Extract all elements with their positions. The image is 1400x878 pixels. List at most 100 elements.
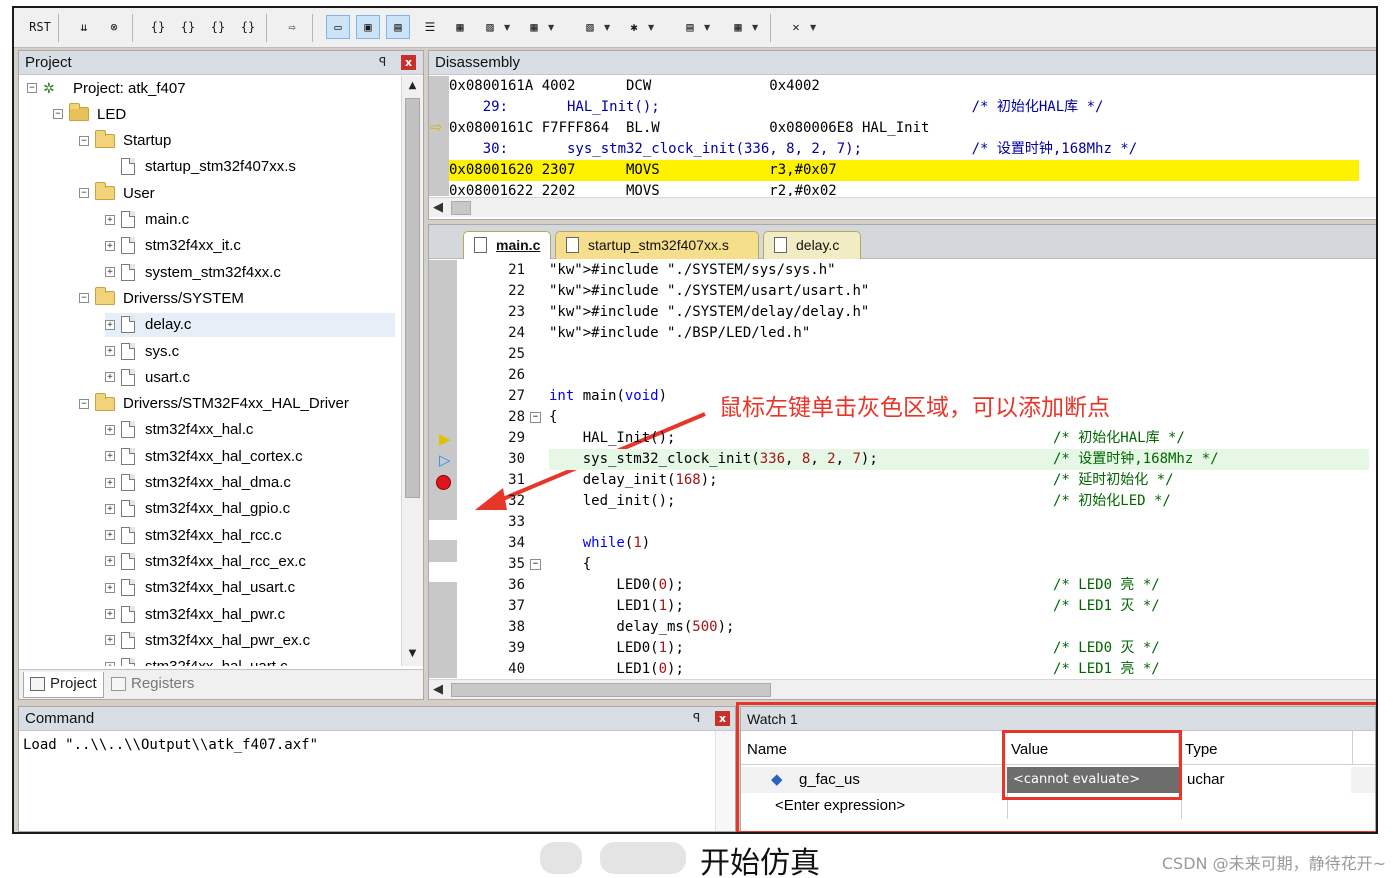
step-into-button[interactable]: {} <box>146 15 170 39</box>
tree-item[interactable]: + stm32f4xx_it.c <box>105 234 241 258</box>
code-line[interactable]: "kw">#include "./SYSTEM/usart/usart.h" <box>549 281 1369 302</box>
expand-icon[interactable]: + <box>105 267 115 278</box>
expand-icon[interactable]: + <box>105 214 115 225</box>
breakpoint-icon[interactable] <box>436 475 451 490</box>
scroll-left-icon[interactable]: ◀ <box>433 680 443 700</box>
tree-item[interactable]: + stm32f4xx_hal_cortex.c <box>105 444 303 468</box>
run-button[interactable]: ⇊ <box>72 15 96 39</box>
dropdown-arrow-icon[interactable]: ▼ <box>648 23 654 32</box>
tree-item[interactable]: + usart.c <box>105 365 190 389</box>
pin-icon[interactable]: ꟼ <box>693 711 700 725</box>
code-line[interactable]: LED1(0); /* LED1 亮 */ <box>549 659 1369 678</box>
reset-cpu-button[interactable]: RST <box>28 15 52 39</box>
expand-icon[interactable]: + <box>105 556 115 567</box>
show-next-statement-button[interactable]: ⇨ <box>280 15 304 39</box>
tree-item[interactable]: − User <box>79 181 155 205</box>
disassembly-line[interactable]: 0x08001620 2307 MOVS r3,#0x07 <box>449 160 1359 181</box>
expand-icon[interactable]: + <box>105 319 115 330</box>
code-line[interactable]: LED0(0); /* LED0 亮 */ <box>549 575 1369 596</box>
scroll-thumb[interactable] <box>405 98 420 498</box>
tree-item[interactable]: − LED <box>53 102 126 126</box>
tab-project[interactable]: Project <box>23 672 104 698</box>
expand-icon[interactable]: + <box>105 346 115 356</box>
expand-icon[interactable]: + <box>105 635 115 646</box>
serial-window-button[interactable]: ▧ <box>578 15 602 39</box>
tree-item[interactable]: startup_stm32f407xx.s <box>105 155 296 179</box>
pin-icon[interactable]: ꟼ <box>379 55 386 69</box>
expand-icon[interactable]: + <box>105 424 115 435</box>
toolbox-button[interactable]: ✕ <box>784 15 808 39</box>
code-line[interactable]: "kw">#include "./SYSTEM/delay/delay.h" <box>549 302 1369 323</box>
tab-main-c[interactable]: main.c <box>463 231 551 259</box>
code-line[interactable]: delay_init(168); /* 延时初始化 */ <box>549 470 1369 491</box>
expand-icon[interactable]: + <box>105 240 115 251</box>
dropdown-arrow-icon[interactable]: ▼ <box>604 23 610 32</box>
tree-item[interactable]: + stm32f4xx_hal_pwr_ex.c <box>105 628 310 652</box>
code-line[interactable]: HAL_Init(); /* 初始化HAL库 */ <box>549 428 1369 449</box>
editor-hscroll[interactable]: ◀ <box>429 679 1376 700</box>
close-icon[interactable]: x <box>715 711 730 726</box>
disassembly-view[interactable]: 0x0800161A 4002 DCW 0x4002 29: HAL_Init(… <box>429 76 1376 196</box>
scroll-down-icon[interactable]: ▼ <box>402 648 423 664</box>
system-viewer-button[interactable]: ▦ <box>726 15 750 39</box>
watch-window-button[interactable]: ▨ <box>478 15 502 39</box>
dropdown-arrow-icon[interactable]: ▼ <box>548 23 554 32</box>
call-stack-window-button[interactable]: ▦ <box>448 15 472 39</box>
code-line[interactable] <box>549 344 1369 365</box>
code-line[interactable]: delay_ms(500); <box>549 617 1369 638</box>
code-editor[interactable]: ▶ ▷ 鼠标左键单击灰色区域，可以添加断点 21 "kw">#include ".… <box>429 260 1376 678</box>
tree-item[interactable]: − Driverss/STM32F4xx_HAL_Driver <box>79 392 349 416</box>
disassembly-gutter[interactable] <box>429 76 449 196</box>
expand-icon[interactable]: + <box>105 661 115 666</box>
code-line[interactable] <box>549 365 1369 386</box>
code-line[interactable]: { <box>549 407 1369 428</box>
close-icon[interactable]: x <box>401 55 416 70</box>
code-line[interactable]: int main(void) <box>549 386 1369 407</box>
trace-window-button[interactable]: ▤ <box>678 15 702 39</box>
tree-item[interactable]: + stm32f4xx_hal_dma.c <box>105 471 291 495</box>
code-line[interactable]: "kw">#include "./BSP/LED/led.h" <box>549 323 1369 344</box>
tree-item[interactable]: + stm32f4xx_hal_rcc_ex.c <box>105 549 306 573</box>
command-scrollbar[interactable] <box>715 731 735 831</box>
step-over-button[interactable]: {} <box>176 15 200 39</box>
disassembly-hscroll[interactable]: ◀ <box>429 197 1376 217</box>
command-window-button[interactable]: ▭ <box>326 15 350 39</box>
scroll-up-icon[interactable]: ▲ <box>402 80 423 96</box>
expand-icon[interactable]: + <box>105 609 115 619</box>
fold-icon[interactable]: − <box>530 412 541 423</box>
collapse-icon[interactable]: − <box>79 293 89 304</box>
tree-item[interactable]: + delay.c <box>105 312 395 337</box>
symbols-window-button[interactable]: ▤ <box>386 15 410 39</box>
code-line[interactable] <box>549 512 1369 533</box>
disassembly-line[interactable]: 0x0800161C F7FFF864 BL.W 0x080006E8 HAL_… <box>449 118 1359 139</box>
expand-icon[interactable]: + <box>105 530 115 541</box>
expand-icon[interactable]: + <box>105 451 115 462</box>
disassembly-source-line[interactable]: 30: sys_stm32_clock_init(336, 8, 2, 7); … <box>449 139 1359 160</box>
tab-registers[interactable]: Registers <box>105 672 200 698</box>
code-line[interactable]: { <box>549 554 1369 575</box>
tree-item[interactable]: + stm32f4xx_hal_uart.c <box>105 655 288 666</box>
disassembly-window-button[interactable]: ▣ <box>356 15 380 39</box>
code-line[interactable]: sys_stm32_clock_init(336, 8, 2, 7); /* 设置… <box>549 449 1369 470</box>
code-line[interactable]: LED1(1); /* LED1 灭 */ <box>549 596 1369 617</box>
registers-window-button[interactable]: ☰ <box>418 15 442 39</box>
stop-button[interactable]: ⊗ <box>102 15 126 39</box>
run-to-cursor-button[interactable]: {} <box>236 15 260 39</box>
expand-icon[interactable]: + <box>105 503 115 514</box>
disassembly-line[interactable]: 0x0800161A 4002 DCW 0x4002 <box>449 76 1359 97</box>
memory-window-button[interactable]: ▦ <box>522 15 546 39</box>
dropdown-arrow-icon[interactable]: ▼ <box>504 23 510 32</box>
code-line[interactable]: led_init(); /* 初始化LED */ <box>549 491 1369 512</box>
expand-icon[interactable]: + <box>105 582 115 593</box>
disassembly-line[interactable]: 0x08001622 2202 MOVS r2,#0x02 <box>449 181 1359 196</box>
tree-item[interactable]: − ✲ Project: atk_f407 <box>27 76 186 100</box>
tree-item[interactable]: − Driverss/SYSTEM <box>79 286 244 310</box>
tree-item[interactable]: + system_stm32f4xx.c <box>105 260 281 284</box>
collapse-icon[interactable]: − <box>79 398 89 409</box>
tree-item[interactable]: + stm32f4xx_hal_usart.c <box>105 576 295 600</box>
collapse-icon[interactable]: − <box>53 109 63 120</box>
tree-item[interactable]: + stm32f4xx_hal_gpio.c <box>105 497 290 521</box>
collapse-icon[interactable]: − <box>79 188 89 199</box>
tree-item[interactable]: + sys.c <box>105 339 179 363</box>
collapse-icon[interactable]: − <box>27 83 37 93</box>
